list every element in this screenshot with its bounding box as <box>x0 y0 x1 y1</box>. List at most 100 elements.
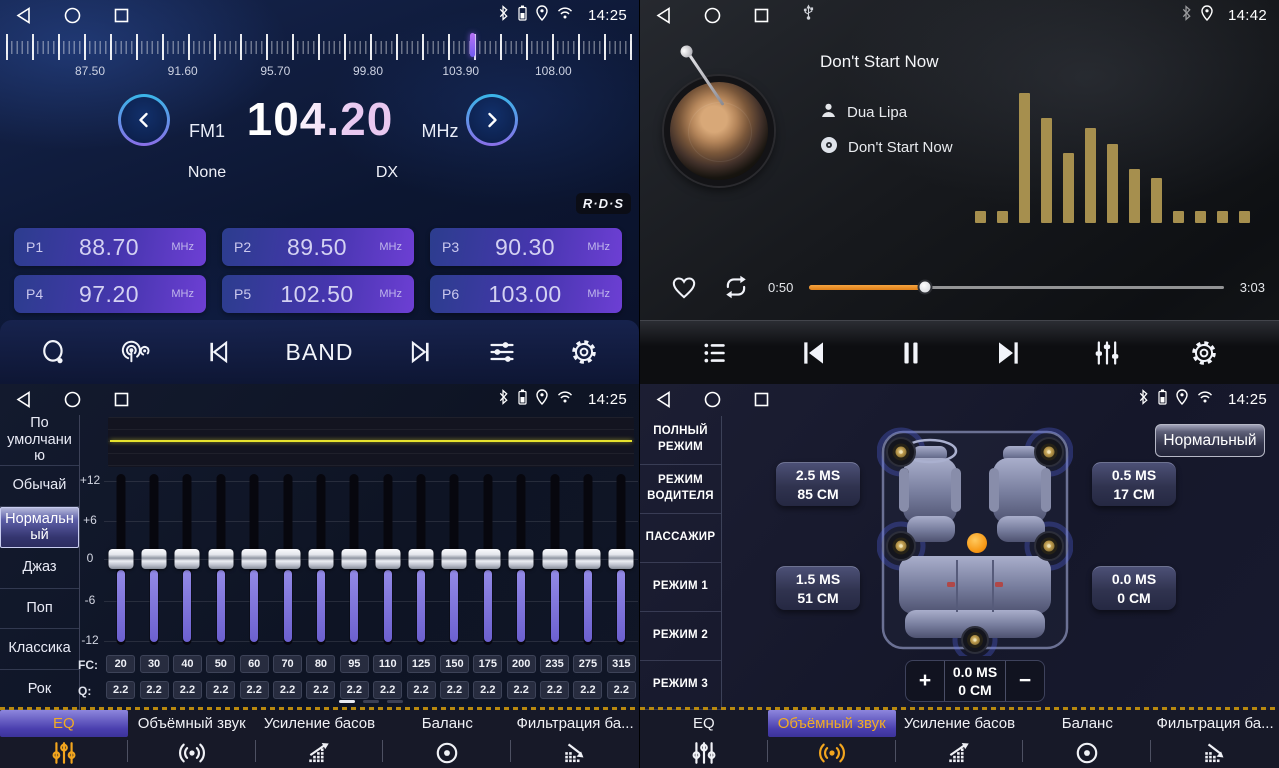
eq-preset-1[interactable]: По умолчанию <box>0 415 79 466</box>
tab-balance[interactable]: Баланс <box>1023 710 1151 768</box>
tab-filter[interactable]: Фильтрация ба... <box>511 710 639 768</box>
fc-value-box[interactable]: 175 <box>473 655 502 673</box>
tune-down-button[interactable] <box>205 339 231 365</box>
settings-gear-button[interactable] <box>1190 339 1218 367</box>
eq-slider-handle[interactable] <box>342 549 367 569</box>
preset-button-p6[interactable]: P6103.00MHz <box>430 275 622 313</box>
fc-value-box[interactable]: 235 <box>540 655 569 673</box>
delay-rear-right-button[interactable]: 0.0 MS0 CM <box>1092 566 1176 610</box>
eq-preset-2[interactable]: Обычай <box>0 466 79 507</box>
tab-balance[interactable]: Баланс <box>383 710 511 768</box>
eq-slider-handle[interactable] <box>175 549 200 569</box>
q-value-box[interactable]: 2.2 <box>507 681 536 699</box>
nav-back-button[interactable] <box>656 7 671 24</box>
playlist-button[interactable] <box>701 340 729 366</box>
pause-button[interactable] <box>897 338 925 368</box>
eq-slider-handle[interactable] <box>509 549 534 569</box>
fc-value-box[interactable]: 95 <box>340 655 369 673</box>
q-value-box[interactable]: 2.2 <box>573 681 602 699</box>
q-value-box[interactable]: 2.2 <box>306 681 335 699</box>
broadcast-button[interactable] <box>121 339 151 365</box>
q-value-box[interactable]: 2.2 <box>240 681 269 699</box>
fc-value-box[interactable]: 20 <box>106 655 135 673</box>
q-value-box[interactable]: 2.2 <box>607 681 636 699</box>
eq-slider-handle[interactable] <box>375 549 400 569</box>
eq-slider-handle[interactable] <box>208 549 233 569</box>
q-value-box[interactable]: 2.2 <box>106 681 135 699</box>
tab-eq[interactable]: EQ <box>0 710 128 768</box>
fc-value-box[interactable]: 110 <box>373 655 402 673</box>
tab-surround-sound[interactable]: Объёмный звук <box>768 710 896 768</box>
eq-slider-handle[interactable] <box>108 549 133 569</box>
q-value-box[interactable]: 2.2 <box>206 681 235 699</box>
band-button[interactable]: BAND <box>286 339 354 366</box>
q-value-box[interactable]: 2.2 <box>140 681 169 699</box>
eq-slider-handle[interactable] <box>275 549 300 569</box>
nav-home-button[interactable] <box>704 391 721 408</box>
previous-track-button[interactable] <box>798 338 828 368</box>
q-value-box[interactable]: 2.2 <box>273 681 302 699</box>
seek-up-button[interactable] <box>466 94 518 146</box>
fc-value-box[interactable]: 50 <box>206 655 235 673</box>
preset-button-p2[interactable]: P289.50MHz <box>222 228 414 266</box>
fc-value-box[interactable]: 60 <box>240 655 269 673</box>
surround-mode-5[interactable]: РЕЖИМ 2 <box>640 612 721 661</box>
car-seats-graphic[interactable] <box>877 424 1073 656</box>
nav-home-button[interactable] <box>64 7 81 24</box>
preset-button-p1[interactable]: P188.70MHz <box>14 228 206 266</box>
surround-mode-3[interactable]: ПАССАЖИР <box>640 514 721 563</box>
q-value-box[interactable]: 2.2 <box>407 681 436 699</box>
favorite-button[interactable] <box>670 274 698 300</box>
eq-preset-5[interactable]: Поп <box>0 589 79 630</box>
nav-back-button[interactable] <box>16 391 31 408</box>
surround-mode-1[interactable]: ПОЛНЫЙ РЕЖИМ <box>640 416 721 465</box>
delay-rear-left-button[interactable]: 1.5 MS51 CM <box>776 566 860 610</box>
eq-preset-3[interactable]: Нормальный <box>0 507 79 549</box>
eq-slider-handle[interactable] <box>609 549 634 569</box>
fc-value-box[interactable]: 30 <box>140 655 169 673</box>
eq-slider-handle[interactable] <box>242 549 267 569</box>
eq-preset-4[interactable]: Джаз <box>0 548 79 589</box>
progress-knob[interactable] <box>918 280 933 295</box>
nav-back-button[interactable] <box>16 7 31 24</box>
fc-value-box[interactable]: 40 <box>173 655 202 673</box>
nav-home-button[interactable] <box>704 7 721 24</box>
tab-eq[interactable]: EQ <box>640 710 768 768</box>
eq-slider-handle[interactable] <box>442 549 467 569</box>
fc-value-box[interactable]: 125 <box>407 655 436 673</box>
seek-down-button[interactable] <box>118 94 170 146</box>
q-value-box[interactable]: 2.2 <box>173 681 202 699</box>
preset-button-p4[interactable]: P497.20MHz <box>14 275 206 313</box>
preset-button-p3[interactable]: P390.30MHz <box>430 228 622 266</box>
q-value-box[interactable]: 2.2 <box>540 681 569 699</box>
stepper-minus-button[interactable]: − <box>1006 661 1044 701</box>
repeat-button[interactable] <box>720 274 752 300</box>
profile-button[interactable]: Нормальный <box>1155 424 1265 457</box>
delay-front-right-button[interactable]: 0.5 MS17 CM <box>1092 462 1176 506</box>
nav-recents-button[interactable] <box>754 392 769 407</box>
preset-button-p5[interactable]: P5102.50MHz <box>222 275 414 313</box>
eq-slider-handle[interactable] <box>475 549 500 569</box>
eq-slider-handle[interactable] <box>575 549 600 569</box>
tab-filter[interactable]: Фильтрация ба... <box>1151 710 1279 768</box>
frequency-dial[interactable] <box>6 33 633 61</box>
tab-bass-boost[interactable]: Усиление басов <box>896 710 1024 768</box>
eq-slider-handle[interactable] <box>542 549 567 569</box>
eq-slider-handle[interactable] <box>308 549 333 569</box>
fc-value-box[interactable]: 70 <box>273 655 302 673</box>
fc-value-box[interactable]: 275 <box>573 655 602 673</box>
surround-mode-2[interactable]: РЕЖИМ ВОДИТЕЛЯ <box>640 465 721 514</box>
settings-gear-button[interactable] <box>570 338 598 366</box>
equalizer-button[interactable] <box>1093 339 1121 367</box>
fc-value-box[interactable]: 80 <box>306 655 335 673</box>
delay-front-left-button[interactable]: 2.5 MS85 CM <box>776 462 860 506</box>
fc-value-box[interactable]: 150 <box>440 655 469 673</box>
eq-slider-handle[interactable] <box>409 549 434 569</box>
nav-recents-button[interactable] <box>754 8 769 23</box>
surround-mode-6[interactable]: РЕЖИМ 3 <box>640 661 721 710</box>
tune-up-button[interactable] <box>408 339 434 365</box>
q-value-box[interactable]: 2.2 <box>373 681 402 699</box>
tab-surround-sound[interactable]: Объёмный звук <box>128 710 256 768</box>
surround-mode-4[interactable]: РЕЖИМ 1 <box>640 563 721 612</box>
eq-preset-7[interactable]: Рок <box>0 670 79 711</box>
